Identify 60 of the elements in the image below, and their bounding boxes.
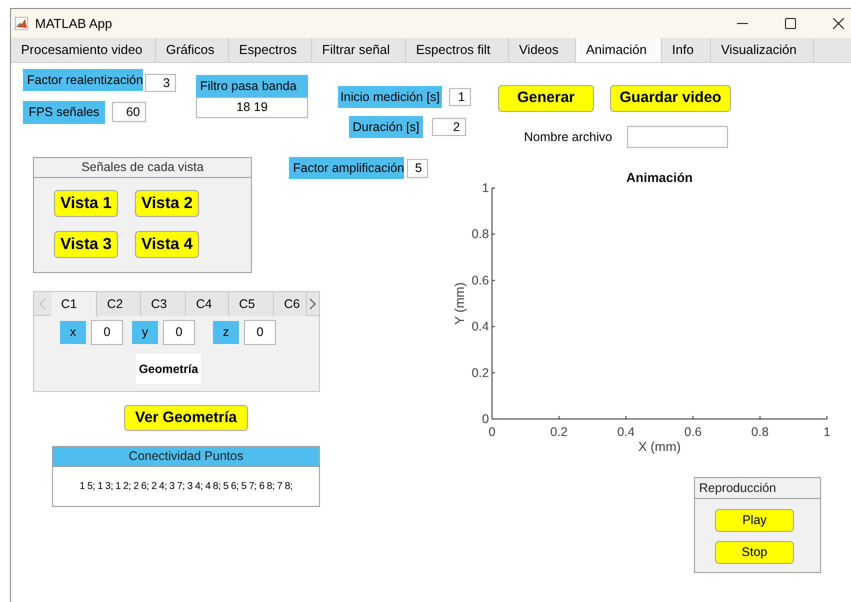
field-label: Inicio medición [s] bbox=[338, 86, 442, 108]
input-field[interactable]: 5 bbox=[407, 159, 428, 178]
chart-title: Animación bbox=[626, 170, 693, 185]
view-button[interactable]: Vista 3 bbox=[54, 231, 118, 258]
input-field[interactable]: 0 bbox=[163, 320, 195, 345]
field-label: Factor realentización bbox=[23, 69, 143, 91]
input-field[interactable]: 3 bbox=[145, 74, 176, 92]
geometry-label: Geometría bbox=[136, 354, 201, 384]
tab[interactable]: C6 bbox=[274, 292, 307, 316]
tab[interactable]: C4 bbox=[186, 292, 229, 316]
panel-title: Reproducción bbox=[695, 478, 820, 499]
field-label: Factor amplificación bbox=[289, 157, 404, 179]
maximize-icon[interactable] bbox=[785, 18, 796, 29]
tick-label: 0.4 bbox=[472, 320, 489, 334]
window-title: MATLAB App bbox=[35, 14, 112, 33]
tick-label: 0.6 bbox=[684, 425, 702, 439]
action-button[interactable]: Guardar video bbox=[610, 85, 731, 112]
tab[interactable]: C5 bbox=[229, 292, 274, 316]
tab[interactable]: C2 bbox=[97, 292, 141, 316]
input-field[interactable]: 0 bbox=[244, 320, 276, 345]
view-button[interactable]: Vista 4 bbox=[135, 231, 199, 258]
input-field[interactable]: 18 19 bbox=[196, 97, 308, 118]
input-field[interactable]: 2 bbox=[432, 118, 466, 136]
tick-label: 0.2 bbox=[550, 425, 568, 439]
input-field[interactable]: 60 bbox=[112, 102, 146, 122]
tick-label: 0.6 bbox=[472, 273, 489, 288]
tick-label: 0 bbox=[488, 425, 496, 439]
connectivity-header: Conectividad Puntos bbox=[52, 446, 320, 467]
tab[interactable]: C3 bbox=[141, 292, 186, 316]
input-field[interactable]: 0 bbox=[91, 320, 123, 345]
field-label: Filtro pasa banda bbox=[196, 75, 308, 97]
tick-label: 0.8 bbox=[472, 227, 489, 242]
tick-label: 0 bbox=[482, 412, 489, 426]
coordinate-label: y bbox=[132, 321, 158, 344]
input-field[interactable] bbox=[627, 126, 728, 148]
coordinate-label: z bbox=[213, 321, 239, 344]
tick-label: 1 bbox=[482, 181, 489, 195]
tab[interactable]: C1 bbox=[51, 292, 97, 317]
coordinate-label: x bbox=[60, 321, 86, 344]
tick-label: 1 bbox=[824, 425, 830, 439]
axis-label: X (mm) bbox=[638, 439, 681, 454]
tick-label: 0.8 bbox=[751, 425, 769, 439]
view-button[interactable]: Vista 1 bbox=[54, 190, 118, 217]
close-icon[interactable] bbox=[833, 18, 844, 29]
app-logo-icon bbox=[15, 17, 28, 30]
view-button[interactable]: Vista 2 bbox=[135, 190, 199, 217]
axis-label: Y (mm) bbox=[452, 282, 467, 325]
tick-label: 0.2 bbox=[472, 366, 489, 380]
tick-label: 0.4 bbox=[617, 425, 635, 439]
field-label: Nombre archivo bbox=[524, 128, 614, 146]
tab[interactable]: Animación bbox=[576, 38, 662, 62]
connectivity-text: 1 5; 1 3; 1 2; 2 6; 2 4; 3 7; 3 4; 4 8; 5 6; 5 7; 6 8; 7 8; bbox=[52, 467, 320, 507]
panel-title: Señales de cada vista bbox=[34, 158, 251, 178]
geometry-button[interactable]: Ver Geometría bbox=[124, 405, 248, 431]
field-label: Duración [s] bbox=[349, 116, 423, 138]
playback-button[interactable]: Play bbox=[715, 509, 794, 532]
input-field[interactable]: 1 bbox=[449, 88, 471, 106]
action-button[interactable]: Generar bbox=[498, 85, 594, 112]
playback-button[interactable]: Stop bbox=[715, 541, 794, 564]
field-label: FPS señales bbox=[23, 101, 105, 124]
